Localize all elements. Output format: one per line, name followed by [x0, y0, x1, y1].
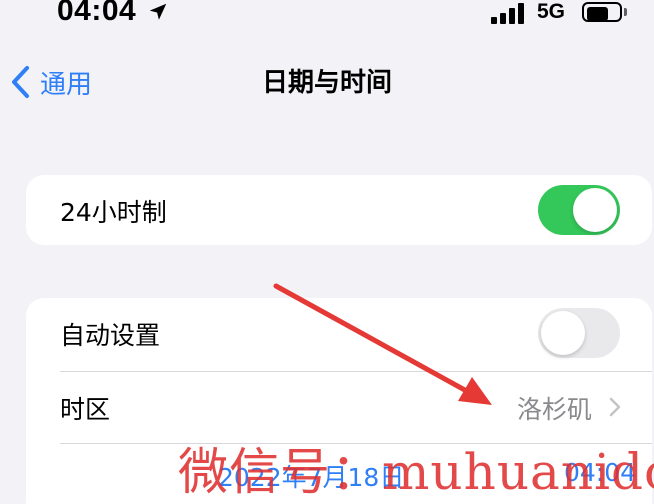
network-type-label: 5G — [537, 0, 566, 23]
row-timezone[interactable]: 时区 洛杉矶 — [26, 372, 652, 442]
toggle-24-hour[interactable] — [538, 185, 620, 235]
toggle-knob — [573, 188, 617, 232]
row-label-auto-set: 自动设置 — [60, 321, 161, 350]
row-label-timezone: 时区 — [60, 395, 111, 424]
battery-icon — [582, 2, 632, 24]
location-arrow-icon — [149, 3, 167, 20]
settings-screen: 04:04 5G 通用 日期与时间 24小时制 自动设置 时区 洛杉矶 2022… — [0, 0, 654, 504]
row-auto-set: 自动设置 — [26, 298, 652, 368]
status-bar: 04:04 5G — [0, 0, 654, 34]
date-picker-value[interactable]: 2022年7月18日 — [218, 458, 404, 494]
toggle-knob — [541, 311, 585, 355]
time-picker-value[interactable]: 04:04 — [564, 458, 636, 487]
timezone-value: 洛杉矶 — [516, 395, 592, 424]
status-time: 04:04 — [57, 0, 137, 27]
toggle-auto-set[interactable] — [538, 308, 620, 358]
page-title: 日期与时间 — [261, 68, 392, 98]
cellular-signal-icon — [491, 2, 527, 24]
chevron-right-icon — [609, 397, 621, 417]
row-24-hour-time: 24小时制 — [26, 175, 652, 245]
row-label-24-hour: 24小时制 — [60, 198, 167, 227]
row-separator — [60, 443, 652, 444]
clock-format-group: 24小时制 — [26, 175, 652, 245]
